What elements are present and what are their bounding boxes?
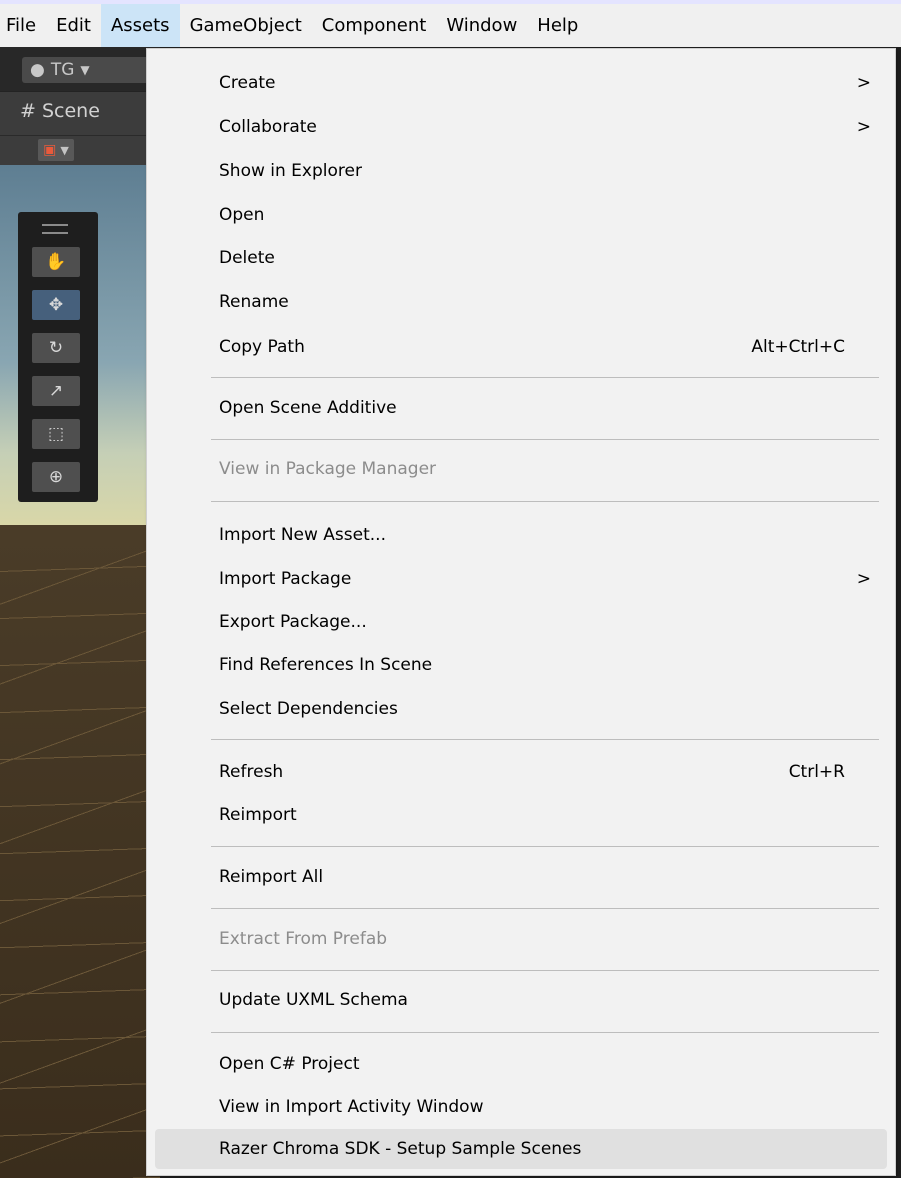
menu-item-label: Find References In Scene <box>219 655 433 675</box>
menu-item-label: Copy Path <box>219 337 305 357</box>
menu-item-label: Create <box>219 73 276 93</box>
chevron-right-icon: > <box>856 569 871 589</box>
menu-bar: File Edit Assets GameObject Component Wi… <box>0 0 901 47</box>
move-icon: ✥ <box>48 295 64 315</box>
hand-tool-button[interactable]: ✋ <box>32 247 80 277</box>
move-tool-button[interactable]: ✥ <box>32 290 80 320</box>
menu-separator <box>211 739 879 740</box>
menu-item-find-references[interactable]: Find References In Scene <box>155 645 887 685</box>
menu-item-label: Update UXML Schema <box>219 990 408 1010</box>
menu-item-copy-path[interactable]: Copy Path Alt+Ctrl+C <box>155 327 887 367</box>
menu-item-label: Reimport <box>219 805 297 825</box>
drag-handle-icon[interactable] <box>42 224 68 234</box>
menu-item-label: Open <box>219 205 265 225</box>
menu-separator <box>211 377 879 378</box>
shortcut-label: Alt+Ctrl+C <box>751 337 845 357</box>
menu-help[interactable]: Help <box>527 4 588 47</box>
menu-item-label: View in Package Manager <box>219 459 437 479</box>
menu-item-label: Razer Chroma SDK - Setup Sample Scenes <box>219 1139 582 1159</box>
hand-icon: ✋ <box>45 252 67 272</box>
menu-item-import-package[interactable]: Import Package > <box>155 559 887 599</box>
menu-item-collaborate[interactable]: Collaborate > <box>155 107 887 147</box>
menu-item-label: Open Scene Additive <box>219 398 397 418</box>
account-icon: ● <box>30 60 45 80</box>
menu-assets[interactable]: Assets <box>100 4 180 47</box>
menu-item-label: Import New Asset... <box>219 525 386 545</box>
menu-item-label: Rename <box>219 292 289 312</box>
scene-tab-row: # Scene <box>0 91 160 135</box>
assets-dropdown-menu: Create > Collaborate > Show in Explorer … <box>146 48 896 1176</box>
menu-separator <box>211 846 879 847</box>
scene-ground-grid <box>0 525 160 1178</box>
transform-icon: ⊕ <box>48 467 64 487</box>
account-label: TG <box>50 60 75 80</box>
menu-item-label: Select Dependencies <box>219 699 398 719</box>
main-toolbar: ● TG ▼ <box>0 47 160 91</box>
menu-item-reimport-all[interactable]: Reimport All <box>155 857 887 897</box>
menu-item-label: Collaborate <box>219 117 317 137</box>
chevron-right-icon: > <box>856 73 871 93</box>
menu-separator <box>211 908 879 909</box>
menu-separator <box>211 501 879 502</box>
menu-item-refresh[interactable]: Refresh Ctrl+R <box>155 752 887 792</box>
menu-item-label: Extract From Prefab <box>219 929 388 949</box>
menu-item-rename[interactable]: Rename <box>155 282 887 322</box>
menu-edit[interactable]: Edit <box>46 4 101 47</box>
menu-item-select-dependencies[interactable]: Select Dependencies <box>155 689 887 729</box>
menu-item-create[interactable]: Create > <box>155 63 887 103</box>
chevron-down-icon: ▼ <box>80 63 90 77</box>
menu-item-label: Import Package <box>219 569 352 589</box>
menu-item-delete[interactable]: Delete <box>155 238 887 278</box>
menu-gameobject[interactable]: GameObject <box>180 4 312 47</box>
tab-scene[interactable]: # Scene <box>20 100 100 122</box>
account-dropdown[interactable]: ● TG ▼ <box>22 57 152 83</box>
menu-item-label: Open C# Project <box>219 1054 360 1074</box>
menu-item-extract-from-prefab: Extract From Prefab <box>155 919 887 959</box>
menu-item-label: View in Import Activity Window <box>219 1097 484 1117</box>
editor-background: ● TG ▼ # Scene ▣ ▼ ✋ ✥ ↻ ↗ ⬚ ⊕ <box>0 47 160 1178</box>
menu-item-view-in-package-manager: View in Package Manager <box>155 449 887 489</box>
scene-tab-label: Scene <box>41 100 100 122</box>
menu-item-open[interactable]: Open <box>155 195 887 235</box>
rect-icon: ⬚ <box>47 424 65 444</box>
rotate-icon: ↻ <box>48 338 64 358</box>
menu-item-label: Export Package... <box>219 612 367 632</box>
menu-item-label: Delete <box>219 248 275 268</box>
draw-mode-button[interactable]: ▣ ▼ <box>38 139 74 161</box>
tools-overlay: ✋ ✥ ↻ ↗ ⬚ ⊕ <box>18 212 98 502</box>
menu-separator <box>211 439 879 440</box>
rotate-tool-button[interactable]: ↻ <box>32 333 80 363</box>
menu-item-export-package[interactable]: Export Package... <box>155 602 887 642</box>
menu-item-label: Refresh <box>219 762 284 782</box>
menu-file[interactable]: File <box>0 4 46 47</box>
menu-item-label: Reimport All <box>219 867 324 887</box>
menu-item-open-csharp-project[interactable]: Open C# Project <box>155 1044 887 1084</box>
menu-item-import-new-asset[interactable]: Import New Asset... <box>155 515 887 555</box>
scale-icon: ↗ <box>48 381 64 401</box>
shortcut-label: Ctrl+R <box>788 762 845 782</box>
menu-item-label: Show in Explorer <box>219 161 362 181</box>
menu-window[interactable]: Window <box>436 4 527 47</box>
menu-item-view-import-activity[interactable]: View in Import Activity Window <box>155 1087 887 1127</box>
transform-tool-button[interactable]: ⊕ <box>32 462 80 492</box>
menu-item-update-uxml-schema[interactable]: Update UXML Schema <box>155 980 887 1020</box>
menu-item-show-in-explorer[interactable]: Show in Explorer <box>155 151 887 191</box>
menu-item-razer-chroma-setup[interactable]: Razer Chroma SDK - Setup Sample Scenes <box>155 1129 887 1169</box>
scene-toolbar: ▣ ▼ <box>0 135 160 165</box>
chevron-right-icon: > <box>856 117 871 137</box>
draw-mode-icon: ▣ <box>43 142 57 158</box>
menu-separator <box>211 1032 879 1033</box>
menu-item-reimport[interactable]: Reimport <box>155 795 887 835</box>
menu-item-open-scene-additive[interactable]: Open Scene Additive <box>155 388 887 428</box>
scene-grid-icon: # <box>20 100 36 122</box>
rect-tool-button[interactable]: ⬚ <box>32 419 80 449</box>
menu-component[interactable]: Component <box>312 4 437 47</box>
scale-tool-button[interactable]: ↗ <box>32 376 80 406</box>
chevron-down-icon: ▼ <box>60 143 69 157</box>
menu-separator <box>211 970 879 971</box>
